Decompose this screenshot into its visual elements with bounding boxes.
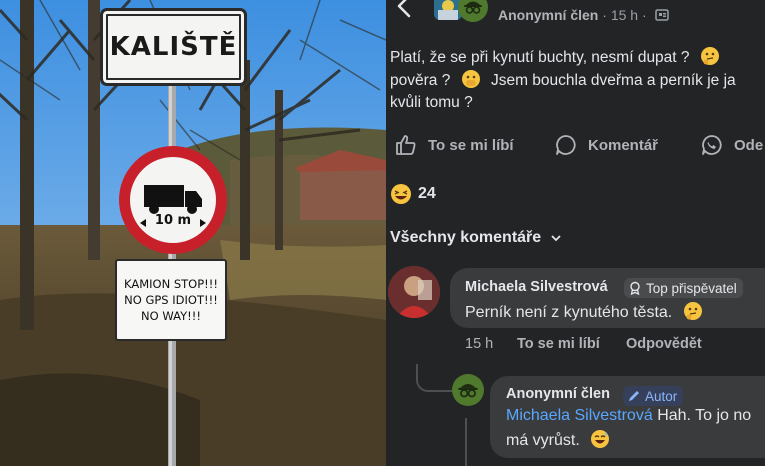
post-text-2: pověra ? — [390, 72, 451, 89]
reply-text-line-1: Michaela Silvestrová Hah. To jo no — [506, 407, 751, 425]
post-author[interactable]: Anonymní člen — [498, 7, 598, 23]
warning-line-1: KAMION STOP!!! — [124, 277, 218, 291]
place-name-sign: KALIŠTĚ — [100, 8, 247, 86]
top-contributor-label: Top přispěvatel — [646, 280, 737, 296]
comment-like-button[interactable]: To se mi líbí — [517, 336, 600, 352]
like-icon — [396, 135, 416, 155]
sort-label: Všechny komentáře — [390, 229, 542, 246]
warning-sign: KAMION STOP!!! NO GPS IDIOT!!! NO WAY!!! — [115, 259, 227, 341]
author-badge: Autor — [623, 386, 684, 406]
comment-icon — [556, 135, 576, 155]
meta-separator: · — [602, 7, 607, 23]
thinking-emoji-icon-2 — [683, 302, 702, 320]
author-pen-icon — [629, 391, 639, 401]
share-icon — [702, 135, 722, 155]
post-time[interactable]: 15 h — [611, 7, 638, 23]
comment-sort-dropdown[interactable]: Všechny komentáře — [390, 229, 561, 247]
post-actions: To se mi líbí Komentář Ode — [390, 130, 765, 160]
meta-separator-2: · — [641, 7, 647, 23]
post-line-1: Platí, že se při kynutí buchty, nesmí du… — [390, 46, 765, 69]
top-contributor-icon — [630, 281, 640, 295]
comment-label: Komentář — [588, 136, 659, 154]
like-label: To se mi líbí — [428, 136, 514, 154]
author-badge-label: Autor — [645, 388, 678, 404]
post-line-4: kvůli tomu ? — [390, 94, 473, 111]
post-photo[interactable]: KALIŠTĚ 10 m KAMION STOP!!! NO GPS IDIOT… — [0, 0, 386, 466]
laughing-emoji-icon — [391, 184, 411, 204]
comment-time[interactable]: 15 h — [465, 336, 493, 352]
anonymous-icon-reply[interactable] — [452, 374, 484, 406]
post-text-1: Platí, že se při kynutí buchty, nesmí du… — [390, 49, 690, 66]
commenter-avatar[interactable] — [388, 266, 440, 318]
comment-text-content: Perník není z kynutého těsta. — [465, 304, 673, 321]
thread-connector-2 — [465, 418, 467, 466]
comment-button[interactable]: Komentář — [554, 130, 658, 160]
share-label: Ode — [734, 136, 764, 154]
reply-mention[interactable]: Michaela Silvestrová — [506, 407, 653, 424]
reaction-summary[interactable]: 24 — [390, 183, 436, 205]
length-limit-label: 10 m — [154, 213, 192, 228]
thread-connector — [416, 364, 456, 392]
post-line-2: pověra ? Jsem bouchla dveřma a perník je… — [390, 69, 765, 92]
like-button[interactable]: To se mi líbí — [394, 130, 514, 160]
comment-text: Perník není z kynutého těsta. — [465, 301, 703, 322]
reaction-count: 24 — [418, 185, 436, 202]
no-trucks-sign: 10 m — [119, 146, 227, 254]
comment-bubble: Michaela Silvestrová Top přispěvatel Per… — [450, 268, 765, 328]
reply-author[interactable]: Anonymní člen — [506, 386, 610, 402]
anonymous-icon[interactable] — [458, 0, 488, 22]
truck-icon — [140, 185, 206, 227]
back-arrow-icon[interactable] — [392, 0, 416, 24]
post-body: Platí, že se při kynutí buchty, nesmí du… — [390, 46, 765, 114]
globe-icon — [654, 9, 669, 21]
thinking-emoji-icon — [700, 47, 719, 65]
top-contributor-badge: Top přispěvatel — [624, 278, 743, 298]
comment-author[interactable]: Michaela Silvestrová — [465, 279, 608, 295]
share-button[interactable]: Ode — [700, 130, 763, 160]
comment-reply-button[interactable]: Odpovědět — [626, 336, 702, 352]
sweat-smile-emoji-icon — [591, 430, 610, 448]
post-author-line: Anonymní člen · 15 h · — [498, 7, 669, 23]
chevron-down-icon — [551, 235, 561, 242]
post-panel: Anonymní člen · 15 h · Platí, že se při … — [386, 0, 765, 466]
warning-line-3: NO WAY!!! — [141, 309, 201, 323]
hand-over-mouth-emoji-icon — [461, 70, 480, 88]
reply-text-2: má vyrůst. — [506, 432, 580, 449]
reply-text-1: Hah. To jo no — [657, 407, 752, 424]
post-text-3: Jsem bouchla dveřma a perník je ja — [490, 72, 736, 89]
warning-line-2: NO GPS IDIOT!!! — [124, 293, 218, 307]
reply-bubble: Anonymní člen Autor Michaela Silvestrová… — [490, 376, 765, 458]
reply-text-line-2: má vyrůst. — [506, 429, 610, 450]
